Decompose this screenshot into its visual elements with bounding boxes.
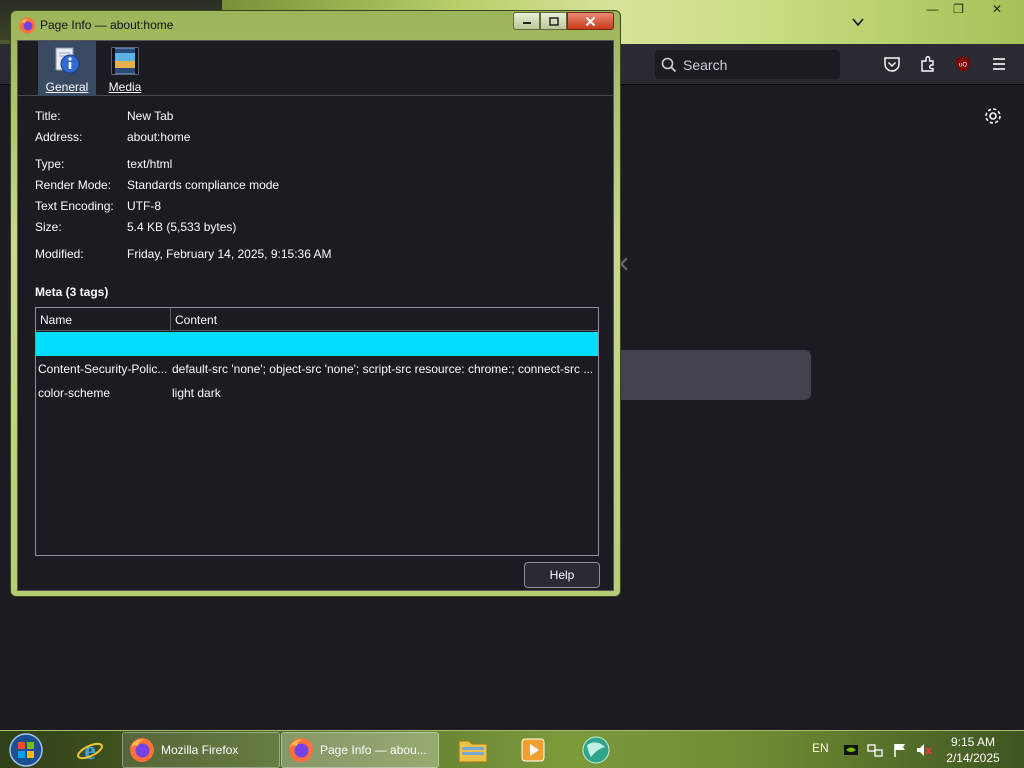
info-modified-value: Friday, February 14, 2025, 9:15:36 AM bbox=[127, 247, 332, 261]
page-info-tabs: General Media bbox=[18, 41, 613, 96]
pocket-icon[interactable] bbox=[882, 54, 902, 74]
info-modified-label: Modified: bbox=[35, 247, 84, 261]
taskbar-item-firefox[interactable]: Mozilla Firefox bbox=[122, 732, 280, 768]
firefox-icon bbox=[130, 738, 154, 762]
firefox-icon bbox=[289, 738, 313, 762]
action-center-flag-icon[interactable] bbox=[892, 742, 908, 758]
info-size-value: 5.4 KB (5,533 bytes) bbox=[127, 220, 237, 234]
svg-text:e: e bbox=[84, 736, 96, 765]
gear-icon[interactable] bbox=[982, 105, 1004, 127]
info-title-label: Title: bbox=[35, 109, 61, 123]
column-header-content[interactable]: Content bbox=[175, 313, 217, 327]
windows-logo-icon bbox=[9, 733, 43, 767]
clock-time: 9:15 AM bbox=[950, 735, 996, 749]
meta-content-cell: light dark bbox=[172, 386, 221, 400]
column-divider[interactable] bbox=[170, 308, 171, 331]
internet-explorer-icon: e bbox=[77, 736, 103, 765]
meta-content-cell: default-src 'none'; object-src 'none'; s… bbox=[172, 362, 592, 376]
dialog-titlebar[interactable]: Page Info — about:home bbox=[11, 11, 620, 39]
system-clock[interactable]: 9:15 AM 2/14/2025 bbox=[940, 734, 1006, 766]
table-row-selected[interactable] bbox=[36, 332, 598, 356]
file-explorer-pin[interactable] bbox=[448, 732, 498, 768]
table-header: Name Content bbox=[36, 308, 598, 331]
search-placeholder: Search bbox=[683, 56, 728, 73]
info-type-label: Type: bbox=[35, 157, 65, 171]
newtab-search-box[interactable] bbox=[615, 350, 811, 400]
clock-date: 2/14/2025 bbox=[946, 751, 1000, 765]
info-icon bbox=[55, 47, 80, 74]
language-indicator[interactable]: EN bbox=[812, 741, 829, 755]
dialog-title: Page Info — about:home bbox=[40, 18, 174, 32]
meta-heading: Meta (3 tags) bbox=[35, 285, 109, 299]
search-bar[interactable]: Search bbox=[655, 50, 840, 79]
taskbar-item-page-info[interactable]: Page Info — abou... bbox=[281, 732, 439, 768]
taskbar: e Mozilla Firefox Page Info — abou... EN… bbox=[0, 730, 1024, 768]
help-button[interactable]: Help bbox=[524, 562, 600, 588]
info-encoding-value: UTF-8 bbox=[127, 199, 161, 213]
page-info-dialog: Page Info — about:home General Media Tit… bbox=[10, 10, 621, 597]
meta-name-cell: Content-Security-Polic... bbox=[38, 362, 168, 376]
volume-muted-icon[interactable] bbox=[916, 742, 932, 758]
minimize-button[interactable]: — bbox=[919, 0, 946, 18]
info-address-label: Address: bbox=[35, 130, 83, 144]
media-player-icon bbox=[521, 738, 545, 762]
taskbar-item-label: Mozilla Firefox bbox=[161, 743, 239, 757]
dialog-minimize-button[interactable] bbox=[513, 12, 540, 30]
svg-text:uO: uO bbox=[959, 63, 967, 69]
search-icon bbox=[661, 57, 677, 72]
globe-app-icon bbox=[582, 736, 610, 764]
taskbar-item-label: Page Info — abou... bbox=[320, 743, 427, 757]
tab-general[interactable]: General bbox=[38, 41, 96, 96]
list-all-tabs-icon[interactable] bbox=[848, 12, 868, 32]
internet-explorer-pin[interactable]: e bbox=[65, 732, 115, 768]
media-player-pin[interactable] bbox=[508, 732, 558, 768]
tab-media-label: Media bbox=[108, 80, 142, 94]
info-size-label: Size: bbox=[35, 220, 62, 234]
network-icon[interactable] bbox=[867, 742, 883, 758]
hamburger-menu-icon[interactable] bbox=[989, 54, 1009, 74]
meta-name-cell: color-scheme bbox=[38, 386, 111, 400]
column-header-name[interactable]: Name bbox=[40, 313, 72, 327]
meta-tags-table[interactable]: Name Content Content-Security-Polic... d… bbox=[35, 307, 599, 556]
dialog-maximize-button[interactable] bbox=[540, 12, 567, 30]
info-render-mode-label: Render Mode: bbox=[35, 178, 112, 192]
info-encoding-label: Text Encoding: bbox=[35, 199, 114, 213]
info-render-mode-value: Standards compliance mode bbox=[127, 178, 280, 192]
folder-icon bbox=[458, 740, 488, 763]
tab-media[interactable]: Media bbox=[96, 41, 154, 96]
start-button[interactable] bbox=[6, 731, 46, 768]
tab-general-label: General bbox=[45, 80, 89, 94]
info-address-value: about:home bbox=[127, 130, 191, 144]
ublock-origin-icon[interactable]: uO bbox=[953, 54, 973, 74]
maximize-button[interactable]: ❐ bbox=[945, 0, 972, 18]
table-row[interactable]: color-scheme light dark bbox=[36, 380, 598, 404]
dialog-content: General Media Title: New Tab Address: ab… bbox=[17, 40, 614, 591]
close-button[interactable]: ✕ bbox=[975, 0, 1019, 18]
info-title-value: New Tab bbox=[127, 109, 174, 123]
dialog-close-button[interactable] bbox=[567, 12, 614, 30]
firefox-icon bbox=[19, 17, 36, 34]
info-type-value: text/html bbox=[127, 157, 173, 171]
media-icon bbox=[111, 47, 139, 75]
nvidia-icon[interactable] bbox=[843, 742, 859, 758]
extensions-icon[interactable] bbox=[918, 54, 938, 74]
table-row[interactable]: Content-Security-Polic... default-src 'n… bbox=[36, 356, 598, 380]
app-pin[interactable] bbox=[571, 732, 621, 768]
